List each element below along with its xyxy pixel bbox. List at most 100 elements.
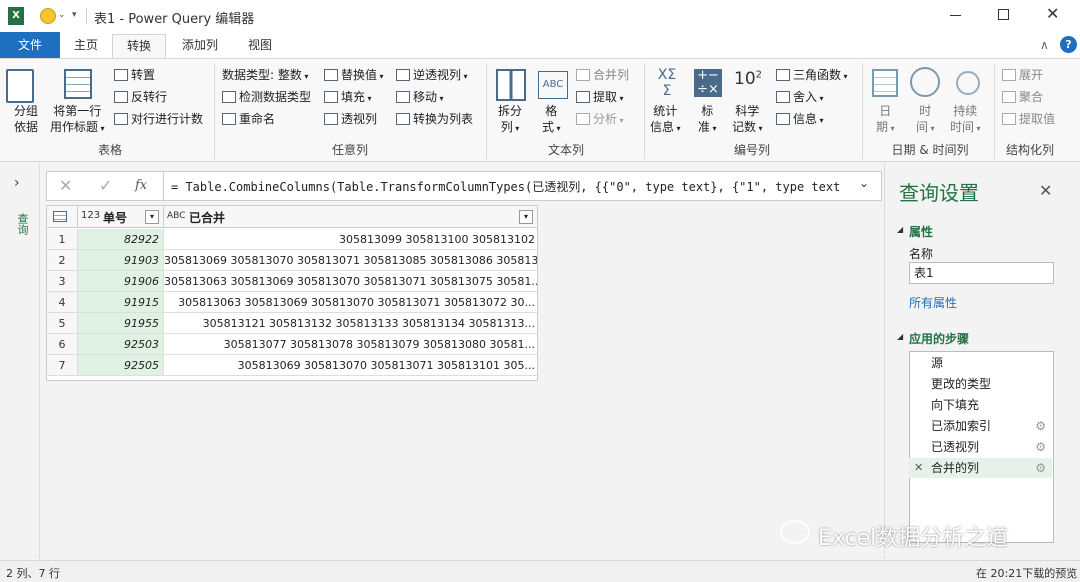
id-cell[interactable]: 92503	[78, 334, 164, 355]
table-menu-icon[interactable]	[53, 211, 67, 222]
tab-transform[interactable]: 转换	[112, 34, 166, 58]
parse-button[interactable]: 分析 ▾	[576, 110, 624, 127]
fx-icon[interactable]: fx	[135, 178, 147, 193]
move-button[interactable]: 移动 ▾	[396, 88, 444, 105]
table-row[interactable]: 1 82922 305813099 305813100 305813102	[47, 229, 537, 250]
merged-cell[interactable]: 305813069 305813070 305813071 305813101 …	[164, 355, 537, 376]
expand-button[interactable]: 展开	[1002, 66, 1043, 83]
check-icon[interactable]: ✓	[99, 176, 112, 195]
extract-button[interactable]: 提取 ▾	[576, 88, 624, 105]
reverse-rows-button[interactable]: 反转行	[114, 88, 167, 105]
delete-step-icon[interactable]: ✕	[914, 458, 923, 478]
col1-filter-button[interactable]: ▾	[145, 210, 159, 224]
cancel-icon[interactable]: ✕	[59, 176, 72, 195]
id-cell[interactable]: 91955	[78, 313, 164, 334]
aggregate-button[interactable]: 聚合	[1002, 88, 1043, 105]
col2-type-icon[interactable]: ABC	[167, 211, 185, 221]
table-row[interactable]: 6 92503 305813077 305813078 305813079 3058…	[47, 334, 537, 355]
split-column-icon	[496, 69, 526, 101]
applied-step[interactable]: 向下填充	[909, 395, 1052, 415]
applied-step[interactable]: 已添加索引 ⚙	[909, 416, 1052, 436]
table-row[interactable]: 3 91906 305813063 305813069 305813070 3058…	[47, 271, 537, 292]
minimize-icon[interactable]	[950, 15, 961, 16]
table-row[interactable]: 5 91955 305813121 305813132 305813133 3058…	[47, 313, 537, 334]
merged-cell[interactable]: 305813077 305813078 305813079 305813080 …	[164, 334, 537, 355]
convert-to-list-button[interactable]: 转换为列表	[396, 110, 473, 127]
merge-columns-button[interactable]: 合并列	[576, 66, 629, 83]
collapse-ribbon-icon[interactable]: ∧	[1040, 38, 1049, 52]
calendar-icon	[872, 69, 898, 97]
scientific-button[interactable]: 科学 记数 ▾	[732, 103, 763, 137]
col2-filter-button[interactable]: ▾	[519, 210, 533, 224]
formula-text[interactable]: = Table.CombineColumns(Table.TransformCo…	[171, 178, 841, 195]
table-row[interactable]: 4 91915 305813063 305813069 305813070 3058…	[47, 292, 537, 313]
standard-button[interactable]: 标准 ▾	[698, 103, 717, 137]
query-name-input[interactable]: 表1	[909, 262, 1054, 284]
col1-header-label[interactable]: 单号	[103, 209, 127, 226]
statistics-button[interactable]: 统计 信息 ▾	[650, 103, 681, 137]
chevron-down-icon: ▾	[617, 116, 624, 125]
rename-button[interactable]: 重命名	[222, 110, 275, 127]
applied-step[interactable]: 源	[909, 353, 1052, 373]
group-by-button[interactable]: 分组 依据	[14, 103, 38, 135]
applied-step[interactable]: 更改的类型	[909, 374, 1052, 394]
format-button[interactable]: 格式 ▾	[542, 103, 561, 137]
properties-collapse-icon[interactable]: ◢	[897, 225, 903, 234]
trigonometry-button[interactable]: 三角函数 ▾	[776, 66, 848, 83]
chevron-down-icon: ▾	[365, 94, 372, 103]
unpivot-button[interactable]: 逆透视列 ▾	[396, 66, 468, 83]
tab-home[interactable]: 主页	[62, 34, 110, 58]
merged-cell[interactable]: 305813063 305813069 305813070 305813071 …	[164, 271, 537, 292]
step-settings-gear-icon[interactable]: ⚙	[1035, 458, 1046, 478]
expand-formula-icon[interactable]: ⌄	[859, 176, 869, 190]
quick-access-dropdown-icon[interactable]: ⌄	[58, 10, 66, 20]
merged-cell[interactable]: 305813063 305813069 305813070 305813071 …	[164, 292, 537, 313]
duration-button[interactable]: 持续 时间 ▾	[950, 103, 981, 137]
merged-cell[interactable]: 305813121 305813132 305813133 305813134 …	[164, 313, 537, 334]
tab-file[interactable]: 文件	[0, 32, 60, 58]
all-properties-link[interactable]: 所有属性	[909, 294, 957, 311]
tab-add-column[interactable]: 添加列	[170, 34, 230, 58]
transpose-icon	[114, 69, 128, 81]
pivot-column-button[interactable]: 透视列	[324, 110, 377, 127]
table-row[interactable]: 7 92505 305813069 305813070 305813071 3058…	[47, 355, 537, 376]
close-icon[interactable]: ✕	[1046, 4, 1059, 23]
expand-pane-icon[interactable]: ›	[14, 175, 20, 191]
time-button[interactable]: 时间 ▾	[916, 103, 935, 137]
id-cell[interactable]: 92505	[78, 355, 164, 376]
table-row[interactable]: 2 91903 305813069 305813070 305813071 3058…	[47, 250, 537, 271]
close-settings-icon[interactable]: ✕	[1039, 181, 1052, 200]
id-cell[interactable]: 91906	[78, 271, 164, 292]
col2-header-label[interactable]: 已合并	[189, 209, 225, 226]
merged-cell[interactable]: 305813069 305813070 305813071 305813085 …	[164, 250, 537, 271]
fill-button[interactable]: 填充 ▾	[324, 88, 372, 105]
customize-toolbar-icon[interactable]: ▾	[72, 10, 77, 20]
rounding-icon	[776, 91, 790, 103]
maximize-icon[interactable]	[998, 9, 1009, 20]
step-settings-gear-icon[interactable]: ⚙	[1035, 416, 1046, 436]
extract-values-button[interactable]: 提取值	[1002, 110, 1055, 127]
rounding-button[interactable]: 舍入 ▾	[776, 88, 824, 105]
help-icon[interactable]: ?	[1060, 36, 1077, 53]
split-column-button[interactable]: 拆分列 ▾	[498, 103, 522, 137]
information-button[interactable]: 信息 ▾	[776, 110, 824, 127]
queries-pane-label[interactable]: 查询	[14, 213, 30, 235]
use-first-row-button[interactable]: 将第一行 用作标题 ▾	[50, 103, 105, 137]
id-cell[interactable]: 82922	[78, 229, 164, 250]
smiley-icon[interactable]	[40, 8, 56, 24]
date-button[interactable]: 日期 ▾	[876, 103, 895, 137]
id-cell[interactable]: 91903	[78, 250, 164, 271]
applied-step[interactable]: 合并的列 ⚙ ✕	[909, 458, 1052, 478]
detect-type-button[interactable]: 检测数据类型	[222, 88, 311, 105]
applied-step[interactable]: 已透视列 ⚙	[909, 437, 1052, 457]
id-cell[interactable]: 91915	[78, 292, 164, 313]
data-type-button[interactable]: 数据类型: 整数 ▾	[222, 66, 308, 83]
replace-values-button[interactable]: 替换值 ▾	[324, 66, 384, 83]
transpose-button[interactable]: 转置	[114, 66, 155, 83]
col1-type-icon[interactable]: 123	[81, 210, 100, 221]
step-settings-gear-icon[interactable]: ⚙	[1035, 437, 1046, 457]
steps-collapse-icon[interactable]: ◢	[897, 332, 903, 341]
merged-cell[interactable]: 305813099 305813100 305813102	[164, 229, 537, 250]
tab-view[interactable]: 视图	[236, 34, 284, 58]
count-rows-button[interactable]: 对行进行计数	[114, 110, 203, 127]
